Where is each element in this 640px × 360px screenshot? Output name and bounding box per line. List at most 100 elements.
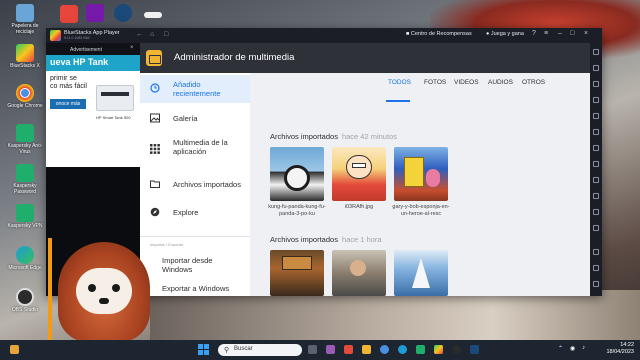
sidebar-item-imported[interactable]: Archivos importados xyxy=(140,171,250,199)
install-apk-icon[interactable] xyxy=(593,129,599,135)
rewards-center-button[interactable]: ■ Centro de Recompensas xyxy=(406,31,472,37)
ad-headline: ueva HP Tank xyxy=(50,57,109,67)
desktop-icon-kaspersky-av[interactable]: Kaspersky Anti-Virus xyxy=(6,124,44,155)
desktop-icon-onenote[interactable] xyxy=(86,4,104,22)
ad-close-icon[interactable]: × xyxy=(130,45,134,51)
media-thumbnail[interactable] xyxy=(332,250,386,296)
volume-icon[interactable] xyxy=(593,65,599,71)
taskbar-search[interactable]: ⚲ Buscar xyxy=(218,344,302,356)
section-title: Archivos importados hace 42 minutos xyxy=(270,132,397,141)
fullscreen-icon[interactable] xyxy=(593,49,599,55)
ad-cta-button[interactable]: onoce más xyxy=(50,99,86,109)
media-thumbnail[interactable] xyxy=(332,147,386,201)
tab-otros[interactable]: OTROS xyxy=(522,79,545,86)
home-icon[interactable]: ⌂ xyxy=(150,31,154,38)
search-icon: ⚲ xyxy=(224,347,230,354)
tray-chevron-icon[interactable]: ⌃ xyxy=(558,345,563,352)
kaspersky-icon xyxy=(16,124,34,142)
export-label: Exportar a Windows xyxy=(162,284,230,293)
desktop-icon-roblox-studio[interactable] xyxy=(60,5,78,23)
app-icon[interactable] xyxy=(344,345,353,354)
minimize-icon[interactable]: – xyxy=(558,30,562,37)
start-button[interactable] xyxy=(198,344,209,355)
rewards-label: Centro de Recompensas xyxy=(410,31,472,37)
volume-tray-icon[interactable]: ♪ xyxy=(582,345,585,351)
tab-videos[interactable]: VIDEOS xyxy=(454,79,479,86)
media-thumbnail[interactable] xyxy=(394,250,448,296)
help-icon[interactable]: ? xyxy=(532,30,536,37)
sidebar-item-explore[interactable]: Explore xyxy=(140,199,250,227)
folder-icon[interactable] xyxy=(593,145,599,151)
desktop-icon-label: BlueStacks X xyxy=(10,63,40,69)
sidebar-item-label: Añadido recientemente xyxy=(173,80,221,98)
tab-active-indicator xyxy=(386,100,410,102)
tab-todos[interactable]: TODOS xyxy=(386,79,411,102)
bluestacks-taskbar-icon[interactable] xyxy=(434,345,443,354)
desktop-icon-label: Google Chrome xyxy=(7,103,43,109)
desktop-icon-kaspersky-password[interactable]: Kaspersky Password xyxy=(6,164,44,195)
obs-taskbar-icon[interactable] xyxy=(452,345,461,354)
desktop-icon-obs[interactable]: OBS Studio xyxy=(6,288,44,313)
sidebar-item-gallery[interactable]: Galería xyxy=(140,105,250,133)
screenshot-icon[interactable] xyxy=(593,97,599,103)
media-thumbnail[interactable] xyxy=(394,147,448,201)
ad-product-caption: HP Smart Tank 500 xyxy=(96,115,131,120)
clock[interactable]: 14:22 18/04/2023 xyxy=(600,342,634,356)
media-tabs: TODOS FOTOS VIDEOS AUDIOS OTROS xyxy=(258,73,590,102)
media-thumbnail[interactable] xyxy=(270,250,324,296)
maximize-icon[interactable]: □ xyxy=(570,30,574,37)
sidebar-item-recent[interactable]: Añadido recientemente xyxy=(140,75,250,103)
settings-icon[interactable] xyxy=(593,249,599,255)
desktop-icon-label: Microsoft Edge xyxy=(8,265,42,271)
network-icon[interactable]: ◉ xyxy=(570,345,575,352)
back-arrow-icon[interactable]: ← xyxy=(136,31,143,38)
tab-audios[interactable]: AUDIOS xyxy=(488,79,513,86)
shake-icon[interactable] xyxy=(593,161,599,167)
sidebar-item-label: Archivos importados xyxy=(173,180,241,189)
record-icon[interactable] xyxy=(593,113,599,119)
desktop-icon-blank[interactable] xyxy=(144,12,162,18)
printer-image xyxy=(96,85,134,111)
media-caption: i03RAfh.jpg xyxy=(344,204,374,210)
clock-date: 18/04/2023 xyxy=(606,349,634,355)
task-view-icon[interactable] xyxy=(308,345,317,354)
grid-icon xyxy=(150,144,160,154)
sidebar-item-app-media[interactable]: Multimedia de la aplicación xyxy=(140,133,250,167)
search-placeholder: Buscar xyxy=(234,346,253,352)
multi-instance-icon[interactable] xyxy=(593,225,599,231)
desktop-icon-kaspersky-vpn[interactable]: Kaspersky VPN xyxy=(6,204,44,229)
folder-icon xyxy=(150,180,160,188)
kaspersky-icon xyxy=(16,164,34,182)
desktop-icon-bluestacks-x[interactable]: BlueStacks X xyxy=(6,44,44,69)
tab-fotos[interactable]: FOTOS xyxy=(424,79,446,86)
steam-taskbar-icon[interactable] xyxy=(470,345,479,354)
macro-icon[interactable] xyxy=(593,209,599,215)
keyboard-icon[interactable] xyxy=(593,81,599,87)
widgets-icon[interactable] xyxy=(10,345,19,354)
desktop-icon-steam[interactable] xyxy=(114,4,132,22)
kaspersky-taskbar-icon[interactable] xyxy=(416,345,425,354)
desktop-icon-chrome[interactable]: Google Chrome xyxy=(6,84,44,109)
location-icon[interactable] xyxy=(593,193,599,199)
rotate-icon[interactable] xyxy=(593,177,599,183)
section-time: hace 1 hora xyxy=(341,235,382,244)
chat-icon[interactable] xyxy=(326,345,335,354)
ad-banner[interactable]: ueva HP Tank primir se co más fácil onoc… xyxy=(46,55,140,167)
desktop-icon-edge[interactable]: Microsoft Edge xyxy=(6,246,44,271)
play-label: Juega y gana xyxy=(490,31,524,37)
file-explorer-icon[interactable] xyxy=(362,345,371,354)
back-icon[interactable] xyxy=(593,265,599,271)
desktop-icon-recycle-bin[interactable]: Papelera de reciclaje xyxy=(6,4,44,35)
chrome-taskbar-icon[interactable] xyxy=(380,345,389,354)
close-icon[interactable]: × xyxy=(584,30,588,37)
avatar-eye xyxy=(112,284,120,292)
home-icon[interactable] xyxy=(593,281,599,287)
media-thumbnail[interactable] xyxy=(270,147,324,201)
play-and-win-button[interactable]: ● Juega y gana xyxy=(486,31,524,37)
ad-headline-bar: ueva HP Tank xyxy=(46,55,140,71)
section-heading: Archivos importados xyxy=(270,235,338,244)
tab-label: TODOS xyxy=(388,79,411,86)
edge-taskbar-icon[interactable] xyxy=(398,345,407,354)
menu-icon[interactable]: ≡ xyxy=(544,30,548,37)
recent-apps-icon[interactable]: □ xyxy=(164,31,168,38)
